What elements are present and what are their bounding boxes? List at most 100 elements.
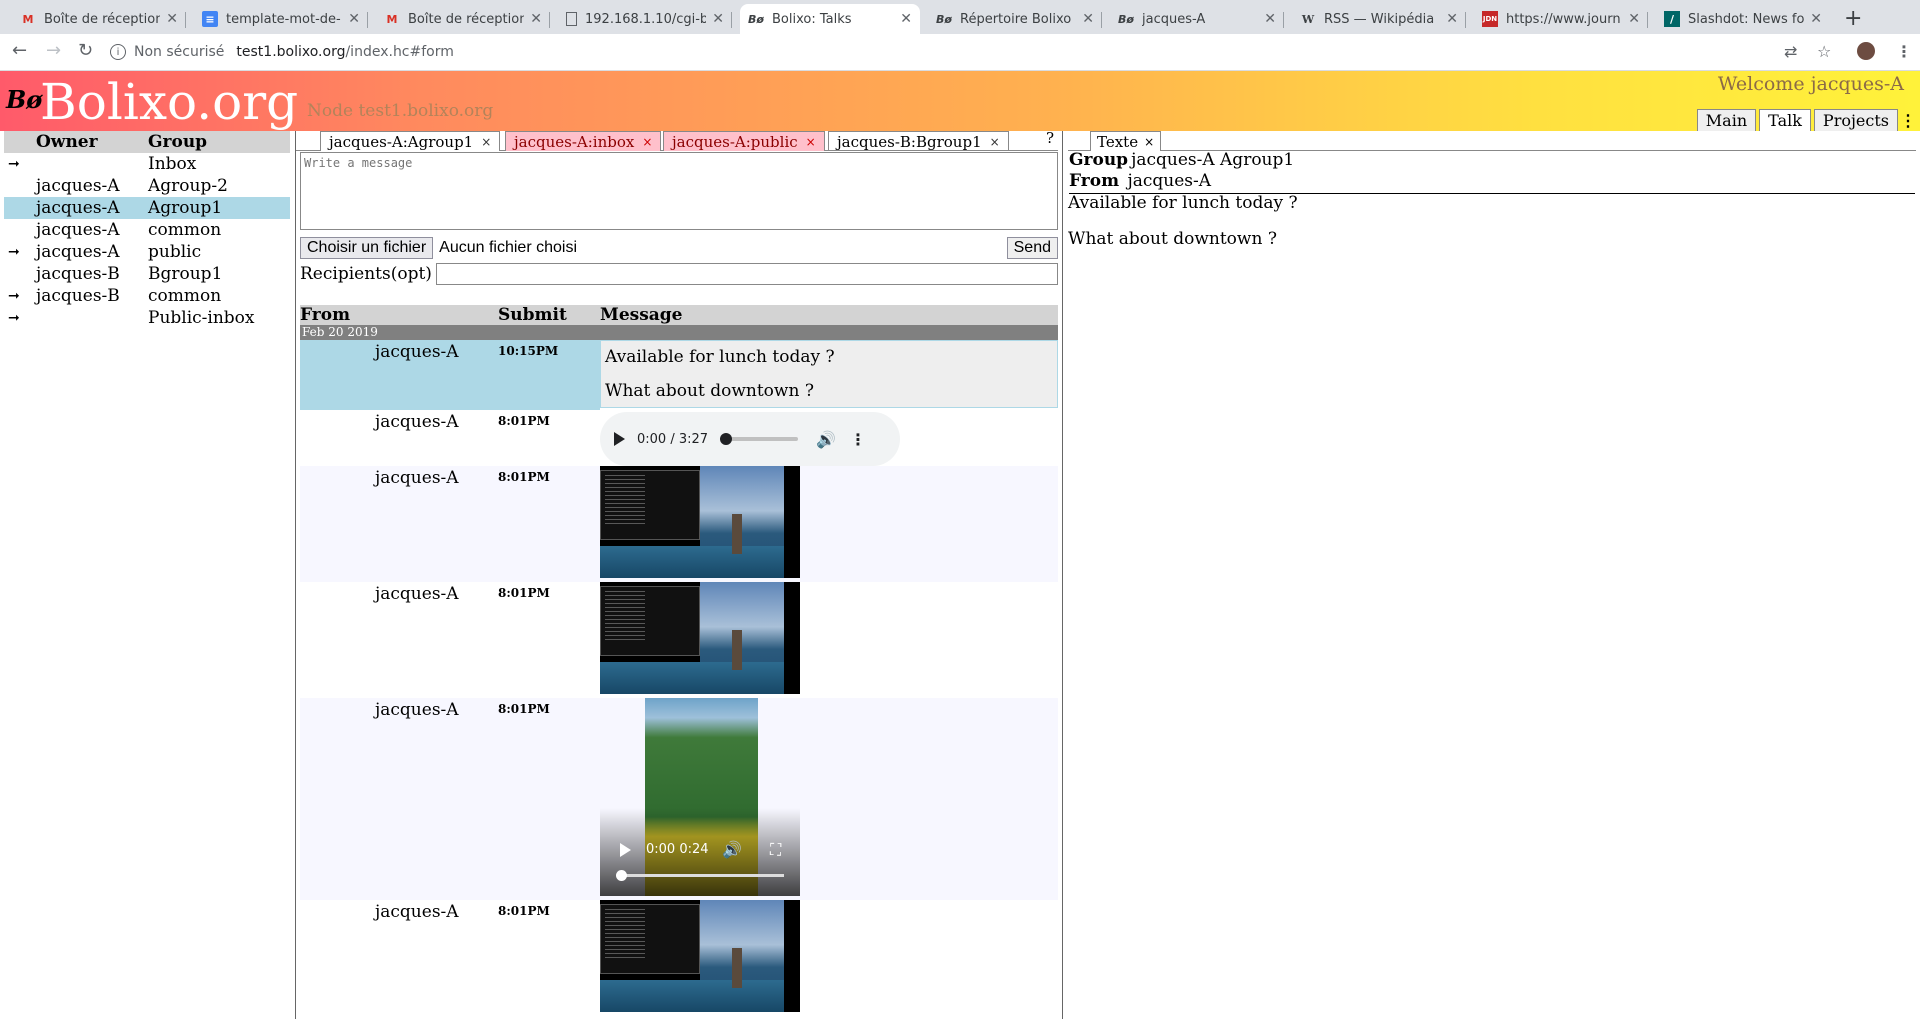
close-icon[interactable]: ✕ xyxy=(1446,11,1458,27)
pane-divider[interactable] xyxy=(1062,131,1063,1019)
address-bar[interactable]: i Non sécurisé test1.bolixo.org/index.hc… xyxy=(110,39,1835,65)
send-button[interactable]: Send xyxy=(1006,237,1058,259)
back-icon[interactable]: ← xyxy=(12,40,27,61)
recipients-input[interactable] xyxy=(435,263,1058,285)
close-icon[interactable]: ✕ xyxy=(1082,11,1094,27)
app-menu-icon[interactable]: ⋮ xyxy=(1900,111,1916,130)
message-textarea[interactable]: Write a message xyxy=(300,152,1058,230)
image-thumbnail[interactable] xyxy=(600,900,800,1012)
image-thumbnail[interactable] xyxy=(600,582,800,694)
close-icon[interactable]: ✕ xyxy=(1810,11,1822,27)
close-icon[interactable]: × xyxy=(481,135,491,149)
close-icon[interactable]: × xyxy=(642,135,652,149)
message-time: 8:01PM xyxy=(498,904,550,918)
browser-tab[interactable]: M Boîte de réception ✕ xyxy=(12,4,186,34)
video-progress[interactable] xyxy=(616,870,784,881)
message-row[interactable]: jacques-A 8:01PM xyxy=(300,582,1058,698)
close-icon[interactable]: ✕ xyxy=(1264,11,1276,27)
talk-tab[interactable]: jacques-A:Agroup1 × xyxy=(320,131,501,151)
fullscreen-icon[interactable]: ⛶ xyxy=(770,840,781,860)
chrome-menu-icon[interactable]: ⋮ xyxy=(1896,42,1912,61)
group-row[interactable]: ➞ Inbox xyxy=(4,153,290,175)
message-author: jacques-A xyxy=(375,700,459,720)
group-name: Inbox xyxy=(148,154,197,174)
message-row[interactable]: jacques-A 8:01PM 0:00 / 3:27 🔊 ⋮ xyxy=(300,410,1058,466)
group-row[interactable]: ➞ jacques-B common xyxy=(4,285,290,307)
browser-tab[interactable]: / Slashdot: News fo ✕ xyxy=(1656,4,1830,34)
browser-tab-active[interactable]: Bø Bolixo: Talks ✕ xyxy=(740,4,920,34)
play-icon[interactable] xyxy=(620,843,631,857)
close-icon[interactable]: ✕ xyxy=(1628,11,1640,27)
audio-progress[interactable] xyxy=(720,433,799,445)
close-icon[interactable]: ✕ xyxy=(900,11,912,27)
browser-tab[interactable]: ≡ template-mot-de- ✕ xyxy=(194,4,368,34)
image-thumbnail[interactable] xyxy=(600,466,800,578)
message-row[interactable]: jacques-A 10:15PM Available for lunch to… xyxy=(300,340,1058,410)
viewer-tab-label: Texte xyxy=(1097,132,1139,151)
message-row[interactable]: jacques-A 8:01PM 0:00 0:24 🔊 ⛶ xyxy=(300,698,1058,900)
more-options-icon[interactable]: ⋮ xyxy=(850,430,866,449)
group-row[interactable]: ➞ jacques-A public xyxy=(4,241,290,263)
reload-icon[interactable]: ↻ xyxy=(78,40,93,61)
app-header: Bø Bolixo.org Node test1.bolixo.org Welc… xyxy=(0,71,1920,131)
browser-tab[interactable]: JDN https://www.journ ✕ xyxy=(1474,4,1648,34)
audio-player[interactable]: 0:00 / 3:27 🔊 ⋮ xyxy=(600,412,900,466)
arrow-icon[interactable]: ➞ xyxy=(4,244,36,260)
site-title[interactable]: Bolixo.org xyxy=(40,73,298,131)
close-icon[interactable]: ✕ xyxy=(348,11,360,27)
pane-divider[interactable] xyxy=(295,131,296,1019)
message-row[interactable]: jacques-A 8:01PM xyxy=(300,466,1058,582)
video-time: 0:00 0:24 xyxy=(646,842,709,857)
tab-projects[interactable]: Projects xyxy=(1813,109,1898,131)
info-icon[interactable]: i xyxy=(110,44,126,60)
group-row[interactable]: jacques-B Bgroup1 xyxy=(4,263,290,285)
security-label: Non sécurisé xyxy=(134,44,225,60)
tab-main[interactable]: Main xyxy=(1696,109,1757,131)
group-row[interactable]: jacques-A common xyxy=(4,219,290,241)
choose-file-button[interactable]: Choisir un fichier xyxy=(300,237,434,259)
talk-tab[interactable]: jacques-A:public × xyxy=(663,131,825,151)
group-row[interactable]: ➞ Public-inbox xyxy=(4,307,290,329)
message-time: 8:01PM xyxy=(498,414,550,428)
owner-column-header: Owner xyxy=(36,132,98,152)
video-player[interactable]: 0:00 0:24 🔊 ⛶ xyxy=(600,698,800,896)
forward-icon[interactable]: → xyxy=(46,40,61,61)
translate-icon[interactable]: ⇄ xyxy=(1784,42,1797,61)
bookmark-star-icon[interactable]: ☆ xyxy=(1817,42,1831,61)
tab-talk[interactable]: Talk xyxy=(1759,109,1811,131)
text-message[interactable]: Available for lunch today ? What about d… xyxy=(600,340,1058,408)
from-value: jacques-A xyxy=(1127,171,1212,191)
viewer-tab[interactable]: Texte × xyxy=(1090,131,1162,151)
browser-tab[interactable]: 192.168.1.10/cgi-b ✕ xyxy=(558,4,732,34)
close-icon[interactable]: ✕ xyxy=(530,11,542,27)
browser-tab[interactable]: Bø jacques-A ✕ xyxy=(1110,4,1284,34)
talk-tab[interactable]: jacques-B:Bgroup1 × xyxy=(828,131,1009,151)
close-icon[interactable]: × xyxy=(990,135,1000,149)
docs-icon: ≡ xyxy=(202,11,218,27)
arrow-icon[interactable]: ➞ xyxy=(4,156,36,172)
wikipedia-icon: W xyxy=(1301,12,1315,26)
viewer-line: Available for lunch today ? xyxy=(1068,193,1298,213)
browser-tab[interactable]: Bø Répertoire Bolixo ✕ xyxy=(928,4,1102,34)
bolixo-icon: Bø xyxy=(936,12,952,26)
arrow-icon[interactable]: ➞ xyxy=(4,310,36,326)
browser-tab[interactable]: M Boîte de réception ✕ xyxy=(376,4,550,34)
volume-icon[interactable]: 🔊 xyxy=(816,430,836,449)
new-tab-icon[interactable]: + xyxy=(1844,6,1862,31)
play-icon[interactable] xyxy=(614,432,625,446)
talk-tab[interactable]: jacques-A:inbox × xyxy=(505,131,662,151)
help-icon[interactable]: ? xyxy=(1046,129,1054,147)
browser-tab[interactable]: W RSS — Wikipédia ✕ xyxy=(1292,4,1466,34)
volume-icon[interactable]: 🔊 xyxy=(722,840,742,859)
profile-avatar[interactable] xyxy=(1857,42,1875,60)
close-icon[interactable]: ✕ xyxy=(166,11,178,27)
close-icon[interactable]: ✕ xyxy=(712,11,724,27)
close-icon[interactable]: × xyxy=(1144,135,1154,149)
messages-table: From Submit Message Feb 20 2019 jacques-… xyxy=(300,305,1058,1016)
message-row[interactable]: jacques-A 8:01PM xyxy=(300,900,1058,1016)
arrow-icon[interactable]: ➞ xyxy=(4,288,36,304)
close-icon[interactable]: × xyxy=(806,135,816,149)
group-row[interactable]: jacques-A Agroup1 xyxy=(4,197,290,219)
recipients-label: Recipients(opt) xyxy=(300,264,432,284)
group-row[interactable]: jacques-A Agroup-2 xyxy=(4,175,290,197)
